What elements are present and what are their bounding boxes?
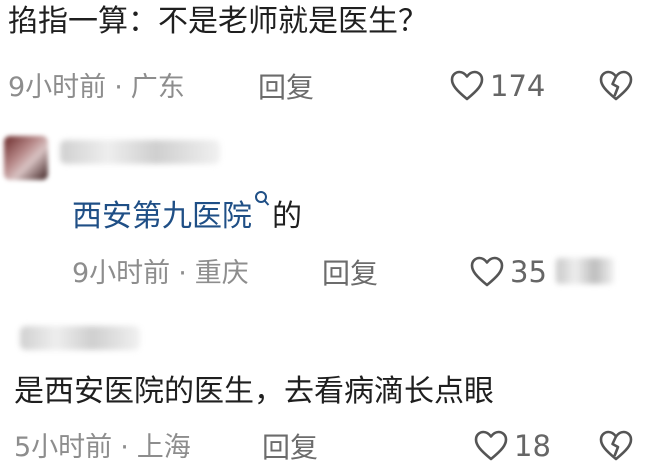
comment-text-2: 西安第九医院 的	[72, 190, 302, 237]
like-count: 174	[490, 69, 546, 103]
comment-meta-2: 9小时前 · 重庆	[72, 256, 249, 292]
reply-button[interactable]: 回复	[322, 256, 378, 292]
comment-time: 9小时前	[72, 258, 171, 289]
username[interactable]	[20, 326, 140, 350]
reply-button[interactable]: 回复	[262, 430, 318, 465]
like-button[interactable]: 18	[474, 426, 551, 465]
comment-text-1: 掐指一算：不是老师就是医生？	[8, 4, 428, 39]
avatar[interactable]	[4, 136, 48, 180]
blurred-region	[556, 258, 614, 284]
comment-time: 9小时前	[8, 72, 107, 103]
comment-time: 5小时前	[14, 432, 113, 463]
like-count: 35	[510, 255, 547, 289]
reply-button[interactable]: 回复	[258, 70, 314, 106]
broken-heart-icon	[599, 430, 633, 461]
broken-heart-icon	[599, 70, 633, 101]
like-button[interactable]: 35	[470, 252, 547, 292]
meta-separator: ·	[114, 72, 123, 103]
comment-location: 广东	[130, 72, 185, 103]
meta-separator: ·	[178, 258, 187, 289]
like-count: 18	[514, 429, 551, 463]
heart-outline-icon	[474, 430, 508, 461]
search-icon	[255, 191, 270, 206]
comment-text-suffix: 的	[272, 199, 302, 234]
like-button[interactable]: 174	[450, 66, 545, 106]
comment-location: 重庆	[194, 258, 249, 289]
hospital-link[interactable]: 西安第九医院	[72, 199, 252, 234]
dislike-button[interactable]	[598, 70, 634, 102]
username[interactable]	[60, 140, 220, 164]
meta-separator: ·	[120, 432, 129, 463]
comment-location: 上海	[136, 432, 191, 463]
heart-outline-icon	[470, 256, 504, 287]
comment-meta-3: 5小时前 · 上海	[14, 430, 191, 465]
comment-text-3: 是西安医院的医生，去看病滴长点眼	[14, 374, 494, 409]
comment-meta-1: 9小时前 · 广东	[8, 70, 185, 106]
comment-thread: 掐指一算：不是老师就是医生？ 9小时前 · 广东 回复 174 西安第九医院 的 9…	[0, 0, 660, 465]
heart-outline-icon	[450, 70, 484, 101]
dislike-button[interactable]	[598, 430, 634, 462]
